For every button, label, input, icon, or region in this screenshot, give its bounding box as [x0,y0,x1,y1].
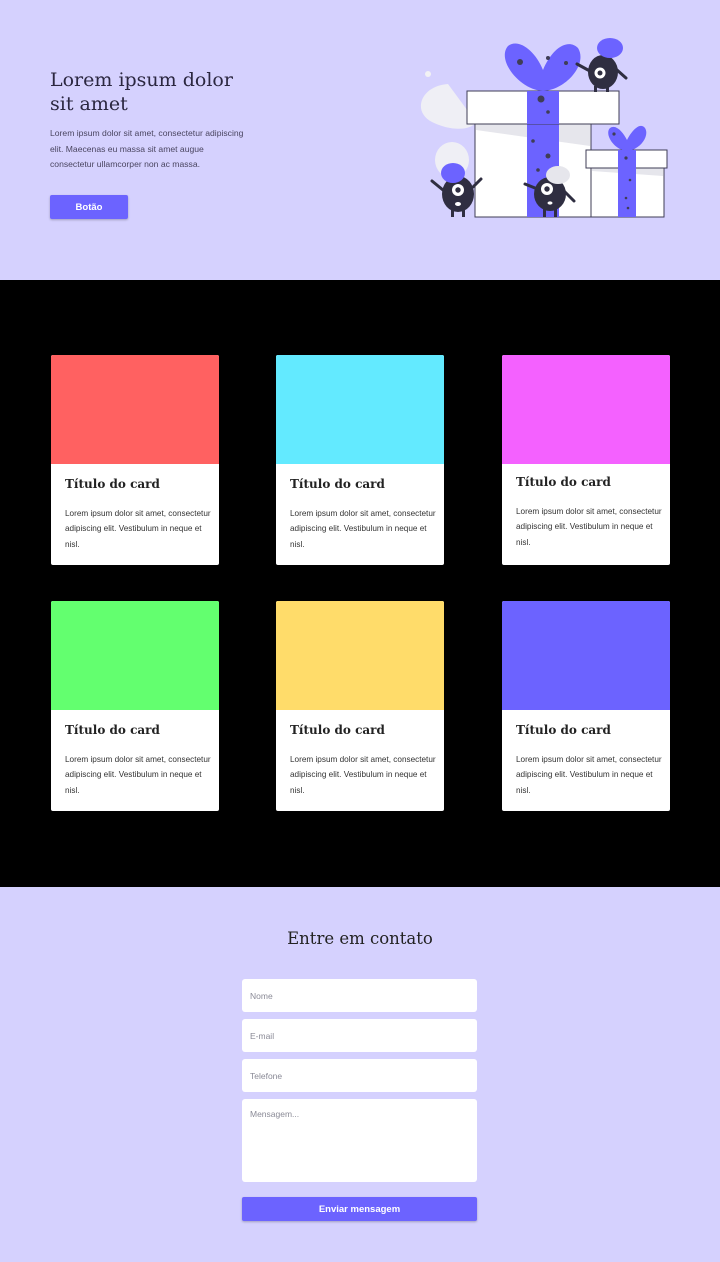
contact-title: Entre em contato [287,929,433,948]
hero-section: Lorem ipsum dolor sit amet Lorem ipsum d… [0,0,720,280]
name-field[interactable] [242,979,477,1012]
card-text: Lorem ipsum dolor sit amet, consectetur … [516,507,662,547]
card: Título do card Lorem ipsum dolor sit ame… [276,355,444,565]
card-image [502,601,670,710]
card-text: Lorem ipsum dolor sit amet, consectetur … [290,755,436,795]
contact-section: Entre em contato Enviar mensagem [0,887,720,1262]
send-message-button[interactable]: Enviar mensagem [242,1197,477,1221]
message-field[interactable] [242,1099,477,1182]
card-image [276,601,444,710]
hero-description: Lorem ipsum dolor sit amet, consectetur … [50,128,244,169]
card-text: Lorem ipsum dolor sit amet, consectetur … [65,755,211,795]
card-title: Título do card [65,477,160,491]
email-field[interactable] [242,1019,477,1052]
card: Título do card Lorem ipsum dolor sit ame… [276,601,444,811]
card-text: Lorem ipsum dolor sit amet, consectetur … [65,509,211,549]
phone-field[interactable] [242,1059,477,1092]
gift-boxes-monsters-illustration [420,38,668,218]
card-text: Lorem ipsum dolor sit amet, consectetur … [290,509,436,549]
cards-section: Título do card Lorem ipsum dolor sit ame… [0,280,720,887]
card-title: Título do card [65,723,160,737]
card-title: Título do card [516,723,611,737]
card-image [51,601,219,710]
card-title: Título do card [516,475,611,489]
card: Título do card Lorem ipsum dolor sit ame… [502,355,670,565]
card-image [502,355,670,464]
card-title: Título do card [290,723,385,737]
hero-title: Lorem ipsum dolor sit amet [50,69,233,115]
card-title: Título do card [290,477,385,491]
hero-button[interactable]: Botão [50,195,128,219]
card: Título do card Lorem ipsum dolor sit ame… [51,355,219,565]
card: Título do card Lorem ipsum dolor sit ame… [51,601,219,811]
card: Título do card Lorem ipsum dolor sit ame… [502,601,670,811]
card-image [51,355,219,464]
card-text: Lorem ipsum dolor sit amet, consectetur … [516,755,662,795]
card-image [276,355,444,464]
